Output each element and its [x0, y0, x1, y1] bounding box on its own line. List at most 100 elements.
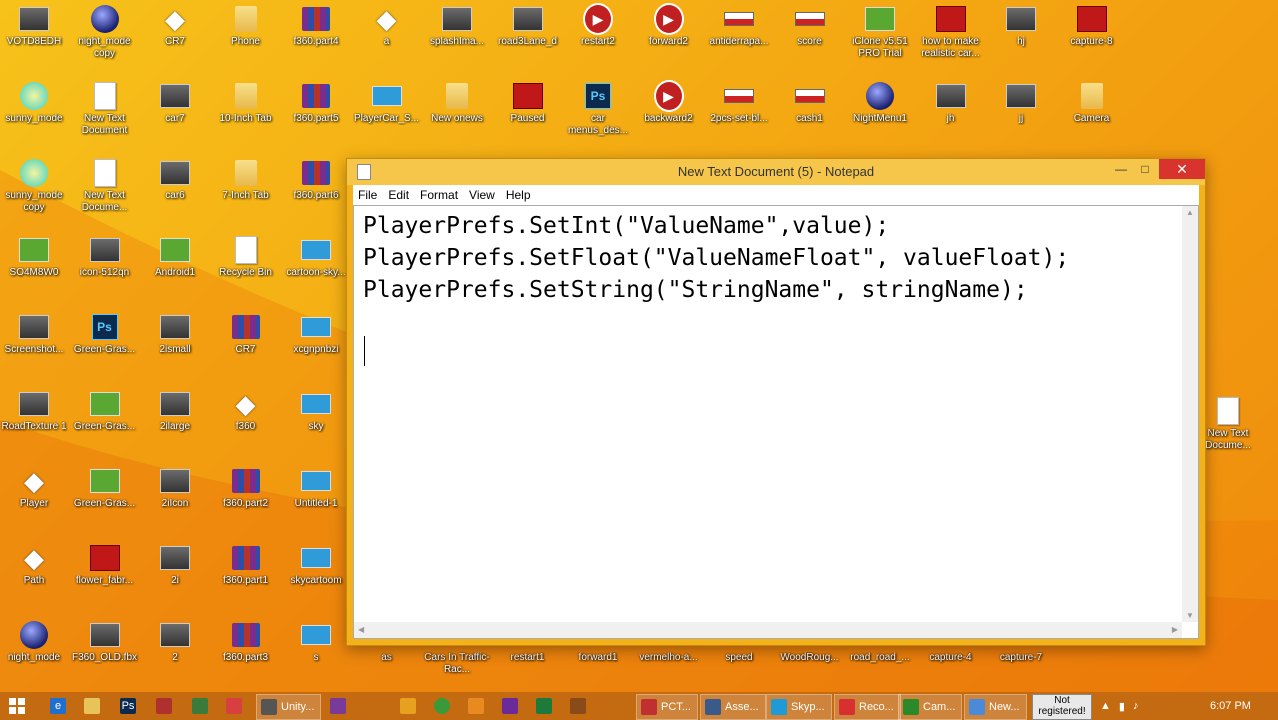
scroll-down-icon[interactable]: ▼ — [1186, 611, 1194, 620]
desktop-icon[interactable]: jh — [917, 77, 985, 153]
desktop-icon[interactable]: iClone v5.51 PRO Trial — [846, 0, 914, 76]
app-icon[interactable] — [152, 694, 176, 718]
desktop-icon[interactable]: f360.part6 — [282, 154, 350, 230]
desktop-icon[interactable]: Ps Green-Gras... — [71, 308, 139, 384]
desktop-icon[interactable]: F360_OLD.fbx — [71, 616, 139, 692]
desktop-icon[interactable]: road3Lane_d — [494, 0, 562, 76]
desktop-icon[interactable]: 2 — [141, 616, 209, 692]
app-icon[interactable] — [222, 694, 246, 718]
desktop-icon[interactable]: icon-512qn — [71, 231, 139, 307]
desktop-icon[interactable]: ▶ backward2 — [635, 77, 703, 153]
explorer-icon[interactable] — [80, 694, 104, 718]
desktop-icon[interactable]: s — [282, 616, 350, 692]
desktop-icon[interactable]: Screenshot... — [0, 308, 68, 384]
desktop-icon[interactable]: night_mode copy — [71, 0, 139, 76]
desktop-icon[interactable]: flower_fabr... — [71, 539, 139, 615]
vertical-scrollbar[interactable]: ▲ ▼ — [1182, 206, 1198, 622]
horizontal-scrollbar[interactable]: ◀ ▶ — [354, 622, 1182, 638]
desktop-icon[interactable]: splashIma... — [423, 0, 491, 76]
desktop-icon[interactable]: Green-Gras... — [71, 462, 139, 538]
desktop-icon[interactable]: f360.part4 — [282, 0, 350, 76]
chrome-icon[interactable] — [430, 694, 454, 718]
desktop-icon[interactable]: 7-Inch Tab — [212, 154, 280, 230]
desktop-icon[interactable]: ◆ Path — [0, 539, 68, 615]
desktop-icon[interactable]: ◆ Player — [0, 462, 68, 538]
scroll-left-icon[interactable]: ◀ — [358, 625, 364, 634]
app-icon[interactable] — [326, 694, 350, 718]
desktop-icon[interactable]: ▶ restart2 — [564, 0, 632, 76]
desktop-icon[interactable]: jj — [987, 77, 1055, 153]
menu-file[interactable]: File — [353, 185, 383, 202]
desktop-icon[interactable]: 2i — [141, 539, 209, 615]
taskbar-button[interactable]: Cam... — [898, 694, 963, 720]
ie-icon[interactable]: e — [46, 694, 70, 718]
notepad-window[interactable]: New Text Document (5) - Notepad — □ ✕ Fi… — [346, 158, 1206, 646]
desktop-icon[interactable]: cartoon-sky... — [282, 231, 350, 307]
desktop-icon[interactable]: skycartoom — [282, 539, 350, 615]
photoshop-icon[interactable]: Ps — [116, 694, 140, 718]
desktop-icon[interactable]: capture-8 — [1058, 0, 1126, 76]
desktop-icon[interactable]: Green-Gras... — [71, 385, 139, 461]
desktop-icon[interactable]: New Text Document — [71, 77, 139, 153]
clock[interactable]: 6:07 PM — [1210, 700, 1251, 712]
desktop-icon[interactable]: 2iIcon — [141, 462, 209, 538]
desktop-icon[interactable]: sunny_mode — [0, 77, 68, 153]
tray-arrow-icon[interactable]: ▲ — [1100, 700, 1111, 712]
text-editor[interactable]: PlayerPrefs.SetInt("ValueName",value); Pl… — [353, 205, 1199, 639]
desktop-icon[interactable]: how to make realistic car... — [917, 0, 985, 76]
desktop-icon[interactable]: NightMenu1 — [846, 77, 914, 153]
desktop-icon[interactable]: 10-Inch Tab — [212, 77, 280, 153]
desktop-icon[interactable]: night_mode — [0, 616, 68, 692]
scroll-up-icon[interactable]: ▲ — [1186, 208, 1194, 217]
maximize-button[interactable]: □ — [1131, 159, 1159, 179]
desktop-icon[interactable]: Camera — [1058, 77, 1126, 153]
scroll-right-icon[interactable]: ▶ — [1172, 625, 1178, 634]
app-icon[interactable] — [188, 694, 212, 718]
taskbar-button[interactable]: Skyp... — [766, 694, 832, 720]
visual-studio-icon[interactable] — [498, 694, 522, 718]
desktop-icon[interactable]: f360.part1 — [212, 539, 280, 615]
desktop-icon[interactable]: f360.part2 — [212, 462, 280, 538]
desktop-icon[interactable]: cash1 — [776, 77, 844, 153]
not-registered-badge[interactable]: Not registered! — [1032, 694, 1092, 720]
desktop-icon[interactable]: ◆ CR7 — [141, 0, 209, 76]
network-icon[interactable]: ▮ — [1119, 700, 1125, 713]
desktop-icon[interactable]: f360.part3 — [212, 616, 280, 692]
desktop-icon[interactable]: ▶ forward2 — [635, 0, 703, 76]
desktop-icon[interactable]: hj — [987, 0, 1055, 76]
desktop-icon[interactable]: New Text Docume... — [71, 154, 139, 230]
desktop-icon[interactable]: 2ilarge — [141, 385, 209, 461]
start-button[interactable] — [8, 694, 26, 718]
desktop-icon[interactable]: f360.part5 — [282, 77, 350, 153]
desktop-icon[interactable]: Ps car menus_des... — [564, 77, 632, 153]
taskbar-button[interactable]: Asse... — [700, 694, 766, 720]
menu-view[interactable]: View — [464, 185, 501, 202]
close-button[interactable]: ✕ — [1159, 159, 1205, 179]
desktop-icon[interactable]: Android1 — [141, 231, 209, 307]
desktop-icon[interactable]: score — [776, 0, 844, 76]
desktop-icon[interactable]: car6 — [141, 154, 209, 230]
taskbar-button[interactable]: Reco... — [834, 694, 901, 720]
menu-help[interactable]: Help — [501, 185, 537, 202]
taskbar-button[interactable]: Unity... — [256, 694, 322, 720]
desktop-icon[interactable]: 2ismall — [141, 308, 209, 384]
volume-icon[interactable]: ♪ — [1133, 700, 1139, 712]
app-icon[interactable] — [566, 694, 590, 718]
menu-format[interactable]: Format — [415, 185, 464, 202]
desktop-icon[interactable]: ◆ a — [353, 0, 421, 76]
desktop-icon[interactable]: RoadTexture 1 — [0, 385, 68, 461]
desktop-icon[interactable]: Untitled-1 — [282, 462, 350, 538]
app-icon[interactable] — [396, 694, 420, 718]
desktop-icon[interactable]: car7 — [141, 77, 209, 153]
desktop-icon[interactable]: Paused — [494, 77, 562, 153]
desktop-icon[interactable]: Phone — [212, 0, 280, 76]
desktop-icon[interactable]: VOTD8EDH — [0, 0, 68, 76]
taskbar-button[interactable]: New... — [964, 694, 1027, 720]
desktop-icon[interactable]: PlayerCar_S... — [353, 77, 421, 153]
desktop-icon[interactable]: New onews — [423, 77, 491, 153]
desktop-icon[interactable]: ◆ f360 — [212, 385, 280, 461]
desktop-icon[interactable]: sky — [282, 385, 350, 461]
title-bar[interactable]: New Text Document (5) - Notepad — □ ✕ — [347, 159, 1205, 185]
app-icon[interactable] — [464, 694, 488, 718]
taskbar-button[interactable]: PCT... — [636, 694, 698, 720]
